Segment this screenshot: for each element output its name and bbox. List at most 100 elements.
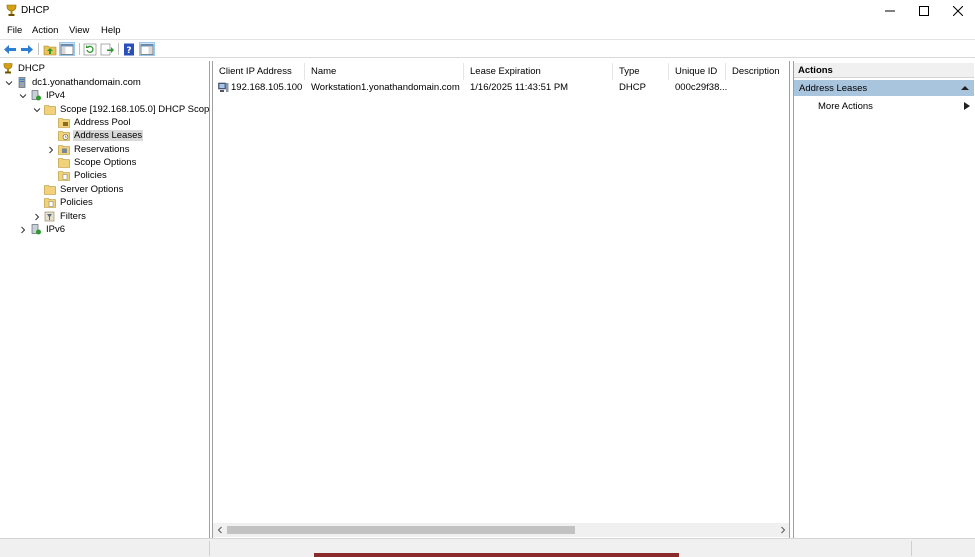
maximize-button[interactable] — [907, 0, 941, 22]
tree-node-address-pool[interactable]: Address Pool — [58, 116, 132, 129]
cell-client-ip: 192.168.105.100 — [231, 82, 303, 93]
actions-pane: Actions Address Leases More Actions — [793, 61, 975, 538]
tree-label: Policies — [60, 197, 93, 208]
toolbar-separator — [38, 43, 39, 55]
more-actions-item[interactable]: More Actions — [818, 101, 873, 112]
chevron-right-icon[interactable] — [32, 212, 42, 222]
cell-type: DHCP — [619, 82, 646, 93]
tree-label: IPv6 — [46, 224, 66, 235]
tree-label: Filters — [60, 211, 86, 222]
policies-folder-icon — [58, 170, 70, 181]
minimize-icon — [885, 10, 895, 12]
tree-node-server[interactable]: dc1.yonathandomain.com — [4, 76, 142, 89]
chevron-down-icon[interactable] — [4, 78, 14, 88]
svg-text:?: ? — [126, 46, 131, 56]
column-header-description[interactable]: Description — [726, 63, 790, 80]
chevron-right-icon[interactable] — [46, 145, 56, 155]
export-list-button[interactable] — [99, 42, 115, 56]
cell-name: Workstation1.yonathandomain.com — [311, 82, 460, 93]
title-bar: DHCP — [0, 0, 975, 22]
up-folder-button[interactable] — [42, 42, 58, 56]
tree-node-ipv6[interactable]: IPv6 — [18, 223, 66, 236]
table-row[interactable]: 192.168.105.100 Workstation1.yonathandom… — [214, 81, 790, 95]
menu-bar: File Action View Help — [0, 22, 975, 39]
scrollbar-thumb[interactable] — [227, 526, 575, 534]
tree-node-ipv4[interactable]: IPv4 — [18, 89, 66, 102]
actions-section-address-leases[interactable]: Address Leases — [794, 80, 974, 96]
tree-node-server-options[interactable]: Server Options — [44, 183, 124, 196]
show-hide-action-pane-button[interactable] — [139, 42, 155, 56]
tree-node-reservations[interactable]: Reservations — [46, 143, 130, 156]
reservations-folder-icon — [58, 144, 70, 155]
scroll-right-icon[interactable] — [778, 525, 788, 535]
tree-label: Reservations — [74, 144, 130, 155]
export-list-icon — [100, 43, 114, 55]
address-leases-folder-icon — [58, 130, 70, 141]
tree-node-policies[interactable]: Policies — [44, 196, 94, 209]
dhcp-trophy-icon — [6, 4, 17, 17]
toolbar-separator — [118, 43, 119, 55]
folder-icon — [58, 157, 70, 168]
cell-unique-id: 000c29f38... — [675, 82, 728, 93]
tree-label: IPv4 — [46, 90, 66, 101]
chevron-down-icon[interactable] — [18, 91, 28, 101]
dhcp-trophy-icon — [2, 63, 14, 74]
column-header-lease-expiration[interactable]: Lease Expiration — [464, 63, 613, 80]
cell-lease-expiration: 1/16/2025 11:43:51 PM — [470, 82, 569, 93]
help-button[interactable]: ? — [121, 42, 137, 56]
show-hide-tree-icon — [60, 43, 74, 55]
back-icon — [4, 44, 16, 54]
status-segment — [0, 541, 210, 556]
scroll-left-icon[interactable] — [215, 525, 225, 535]
forward-icon — [21, 44, 33, 54]
tree-node-scope[interactable]: Scope [192.168.105.0] DHCP Scope1 — [32, 103, 210, 116]
menu-help[interactable]: Help — [101, 25, 121, 36]
tree-label: Address Pool — [74, 117, 131, 128]
show-hide-tree-button[interactable] — [59, 42, 75, 56]
close-icon — [953, 6, 963, 16]
taskbar-strip — [314, 553, 679, 557]
lease-computer-icon — [218, 82, 229, 93]
menu-view[interactable]: View — [69, 25, 89, 36]
tree-node-filters[interactable]: Filters — [32, 210, 87, 223]
policies-folder-icon — [44, 197, 56, 208]
maximize-icon — [919, 6, 929, 16]
column-header-type[interactable]: Type — [613, 63, 669, 80]
address-pool-folder-icon — [58, 117, 70, 128]
minimize-button[interactable] — [873, 0, 907, 22]
toolbar-separator — [79, 43, 80, 55]
refresh-button[interactable] — [82, 42, 98, 56]
tree-label: Server Options — [60, 184, 124, 195]
tree-node-scope-options[interactable]: Scope Options — [58, 156, 137, 169]
tree-node-scope-policies[interactable]: Policies — [58, 169, 108, 182]
leases-list-view: Client IP Address Name Lease Expiration … — [212, 61, 790, 538]
column-header-unique-id[interactable]: Unique ID — [669, 63, 726, 80]
forward-button[interactable] — [19, 42, 35, 56]
filter-icon — [44, 211, 56, 222]
column-header-client-ip[interactable]: Client IP Address — [213, 63, 305, 80]
chevron-down-icon[interactable] — [32, 105, 42, 115]
help-icon: ? — [124, 43, 134, 56]
folder-icon — [44, 184, 56, 195]
collapse-up-icon[interactable] — [961, 84, 969, 92]
back-button[interactable] — [2, 42, 18, 56]
folder-icon — [44, 104, 56, 115]
window-title: DHCP — [21, 5, 50, 16]
refresh-icon — [83, 43, 97, 55]
actions-header: Actions — [794, 63, 974, 78]
tree-label: Scope [192.168.105.0] DHCP Scope1 — [60, 104, 210, 115]
close-button[interactable] — [941, 0, 975, 22]
tree-label: Scope Options — [74, 157, 137, 168]
tree-label: DHCP — [18, 63, 45, 74]
horizontal-scrollbar[interactable] — [213, 523, 789, 537]
column-header-name[interactable]: Name — [305, 63, 464, 80]
tree-node-dhcp[interactable]: DHCP — [2, 62, 46, 75]
tree-node-address-leases[interactable]: Address Leases — [58, 129, 144, 142]
menu-file[interactable]: File — [7, 25, 22, 36]
show-hide-action-pane-icon — [140, 43, 154, 55]
ipv6-network-icon — [30, 224, 42, 235]
menu-action[interactable]: Action — [32, 25, 58, 36]
chevron-right-icon[interactable] — [18, 225, 28, 235]
toolbar: ? — [0, 39, 975, 58]
actions-section-label: Address Leases — [799, 83, 868, 94]
